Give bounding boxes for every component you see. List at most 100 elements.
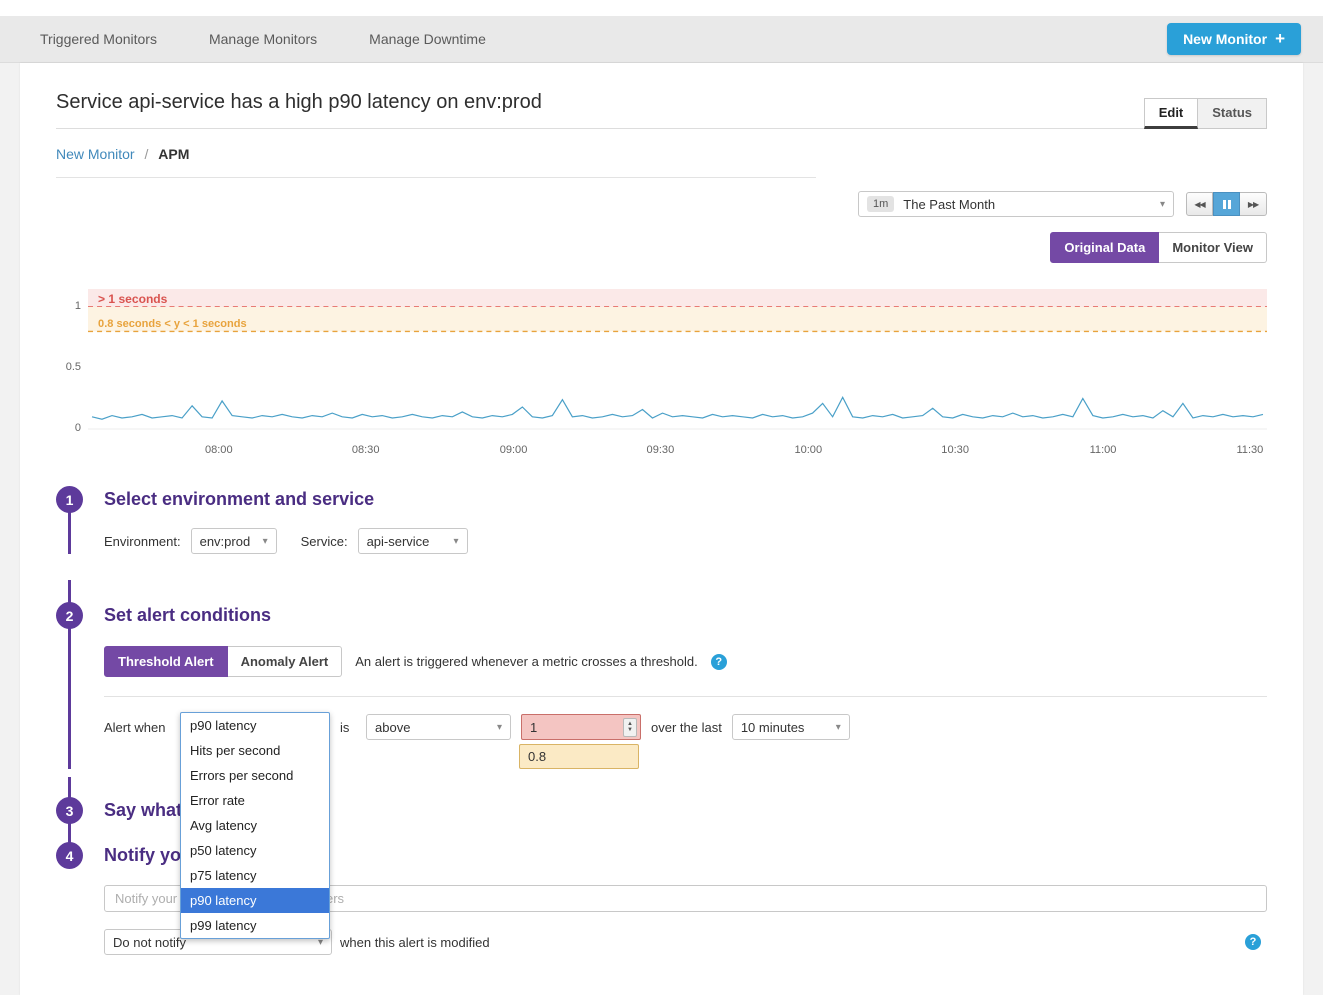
step-1-number: 1 <box>56 486 83 513</box>
y-axis-tick: 0 <box>56 422 81 434</box>
chevron-down-icon: ▾ <box>836 722 841 733</box>
metric-option-highlighted[interactable]: p90 latency <box>181 888 329 913</box>
x-axis-tick: 08:00 <box>205 444 233 456</box>
step-1-title: Select environment and service <box>104 489 374 510</box>
y-axis-tick: 0.5 <box>56 361 81 373</box>
x-axis-tick: 09:30 <box>647 444 675 456</box>
metric-option[interactable]: p99 latency <box>181 913 329 938</box>
step-2-title: Set alert conditions <box>104 605 271 626</box>
metric-select-anchor: p90 latency Hits per second Errors per s… <box>180 714 330 740</box>
step-select-environment: 1 Select environment and service Environ… <box>56 486 1267 554</box>
condition-select[interactable]: above ▾ <box>366 714 511 740</box>
new-monitor-button[interactable]: New Monitor + <box>1167 23 1301 55</box>
monitor-view-button[interactable]: Monitor View <box>1159 232 1267 263</box>
pause-icon <box>1223 200 1231 209</box>
breadcrumb-current-apm: APM <box>158 146 189 162</box>
step-2-header: 2 Set alert conditions <box>56 602 1267 629</box>
step-2-number: 2 <box>56 602 83 629</box>
latency-series-line <box>92 397 1263 419</box>
warning-threshold-row: 0.8 <box>519 744 1267 769</box>
alert-condition-row: Alert when p90 latency Hits per second E… <box>104 714 1267 740</box>
x-axis-tick: 10:00 <box>794 444 822 456</box>
alert-threshold-input[interactable]: 1 ▲ ▼ <box>521 714 641 740</box>
nav-manage-monitors[interactable]: Manage Monitors <box>209 31 317 47</box>
monitor-editor-card: Service api-service has a high p90 laten… <box>20 63 1303 995</box>
title-row: Service api-service has a high p90 laten… <box>56 91 1267 129</box>
threshold-alert-button[interactable]: Threshold Alert <box>104 646 228 677</box>
time-window-select[interactable]: 10 minutes ▾ <box>732 714 850 740</box>
rewind-button[interactable]: ◀◀ <box>1186 192 1213 216</box>
service-select[interactable]: api-service ▾ <box>358 528 468 554</box>
playback-controls: ◀◀ ▶▶ <box>1186 192 1267 216</box>
warning-zone <box>88 307 1267 331</box>
forward-button[interactable]: ▶▶ <box>1240 192 1267 216</box>
condition-select-value: above <box>375 720 410 735</box>
tab-edit[interactable]: Edit <box>1144 98 1199 129</box>
number-stepper[interactable]: ▲ ▼ <box>623 718 637 737</box>
page-title: Service api-service has a high p90 laten… <box>56 91 542 128</box>
breadcrumb: New Monitor / APM <box>56 146 1267 162</box>
pause-button[interactable] <box>1213 192 1240 216</box>
metric-select-open[interactable]: p90 latency Hits per second Errors per s… <box>180 712 330 939</box>
time-range-select[interactable]: 1m The Past Month ▾ <box>858 191 1174 217</box>
warning-zone-label: 0.8 seconds < y < 1 seconds <box>98 318 247 330</box>
modify-notify-suffix: when this alert is modified <box>340 935 490 950</box>
metric-option[interactable]: p75 latency <box>181 863 329 888</box>
breadcrumb-new-monitor-link[interactable]: New Monitor <box>56 146 135 162</box>
modify-notify-select-value: Do not notify <box>113 935 186 950</box>
step-set-alert-conditions: 2 Set alert conditions Threshold Alert A… <box>56 580 1267 769</box>
metric-option[interactable]: Errors per second <box>181 763 329 788</box>
metric-option[interactable]: Error rate <box>181 788 329 813</box>
anomaly-alert-button[interactable]: Anomaly Alert <box>228 646 343 677</box>
alert-when-label: Alert when <box>104 720 170 735</box>
time-window-value: 10 minutes <box>741 720 805 735</box>
metric-option[interactable]: Avg latency <box>181 813 329 838</box>
tab-status[interactable]: Status <box>1198 98 1267 129</box>
alert-zone <box>88 289 1267 307</box>
warning-threshold-value: 0.8 <box>528 749 546 764</box>
chevron-down-icon: ▾ <box>497 722 502 733</box>
service-select-value: api-service <box>367 534 430 549</box>
step-1-header: 1 Select environment and service <box>56 486 1267 513</box>
x-axis-tick: 11:00 <box>1090 444 1117 456</box>
metric-option[interactable]: Hits per second <box>181 738 329 763</box>
nav-manage-downtime[interactable]: Manage Downtime <box>369 31 486 47</box>
time-controls-row: 1m The Past Month ▾ ◀◀ ▶▶ <box>56 191 1267 217</box>
alert-threshold-value: 1 <box>530 720 537 735</box>
x-axis-tick: 10:30 <box>941 444 969 456</box>
help-icon[interactable]: ? <box>1245 934 1261 950</box>
section-divider <box>56 177 816 178</box>
new-monitor-label: New Monitor <box>1183 31 1267 47</box>
alert-zone-label: > 1 seconds <box>98 292 168 306</box>
over-the-last-label: over the last <box>651 720 722 735</box>
x-axis-tick: 11:30 <box>1236 444 1263 456</box>
alert-type-row: Threshold Alert Anomaly Alert An alert i… <box>104 646 1267 677</box>
environment-label: Environment: <box>104 534 181 549</box>
metric-option[interactable]: p50 latency <box>181 838 329 863</box>
environment-select-value: env:prod <box>200 534 251 549</box>
latency-chart: 1 0.5 0 > 1 seconds 0.8 seconds < y < 1 … <box>56 287 1267 462</box>
chevron-down-icon: ▾ <box>1160 199 1165 210</box>
alert-type-description: An alert is triggered whenever a metric … <box>355 654 698 669</box>
metric-select-value[interactable]: p90 latency <box>181 713 329 738</box>
top-navigation: Triggered Monitors Manage Monitors Manag… <box>0 16 1323 63</box>
environment-service-row: Environment: env:prod ▾ Service: api-ser… <box>104 528 1267 554</box>
y-axis-tick: 1 <box>56 300 81 312</box>
edit-status-tabs: Edit Status <box>1144 98 1267 128</box>
help-icon[interactable]: ? <box>711 654 727 670</box>
monitor-steps: 1 Select environment and service Environ… <box>56 486 1267 955</box>
time-range-badge: 1m <box>867 196 894 212</box>
stepper-down-icon: ▼ <box>627 727 633 733</box>
alert-type-toggle: Threshold Alert Anomaly Alert <box>104 646 342 677</box>
original-data-button[interactable]: Original Data <box>1050 232 1159 263</box>
environment-select[interactable]: env:prod ▾ <box>191 528 277 554</box>
chart-canvas: > 1 seconds 0.8 seconds < y < 1 seconds … <box>88 287 1267 459</box>
conditions-divider <box>104 696 1267 697</box>
chevron-down-icon: ▾ <box>263 536 268 547</box>
step-4-number: 4 <box>56 842 83 869</box>
warning-threshold-input[interactable]: 0.8 <box>519 744 639 769</box>
nav-triggered-monitors[interactable]: Triggered Monitors <box>40 31 157 47</box>
step-3-number: 3 <box>56 797 83 824</box>
plus-icon: + <box>1275 33 1285 45</box>
x-axis-tick: 08:30 <box>352 444 380 456</box>
